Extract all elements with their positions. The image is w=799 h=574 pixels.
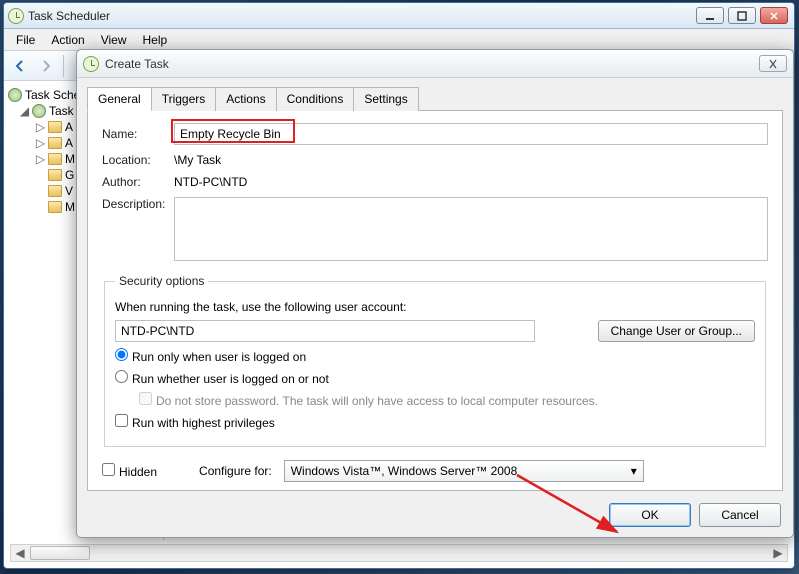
minimize-button[interactable] bbox=[696, 7, 724, 24]
expand-icon[interactable]: ▷ bbox=[36, 123, 45, 132]
checkbox-hidden[interactable]: Hidden bbox=[102, 463, 157, 479]
folder-icon bbox=[48, 121, 62, 133]
author-value: NTD-PC\NTD bbox=[174, 175, 768, 189]
radio-logged-on[interactable]: Run only when user is logged on bbox=[115, 348, 306, 364]
scheduler-icon bbox=[32, 104, 46, 118]
tab-settings[interactable]: Settings bbox=[353, 87, 418, 111]
dialog-icon bbox=[83, 56, 99, 72]
name-label: Name: bbox=[102, 127, 174, 141]
main-titlebar: Task Scheduler bbox=[4, 3, 794, 29]
change-user-button[interactable]: Change User or Group... bbox=[598, 320, 755, 342]
tab-general[interactable]: General bbox=[87, 87, 152, 111]
security-prompt: When running the task, use the following… bbox=[115, 300, 755, 314]
expand-icon[interactable]: ▷ bbox=[36, 139, 45, 148]
app-icon bbox=[8, 8, 24, 24]
horizontal-scrollbar[interactable]: ◀ ▶ bbox=[10, 544, 788, 562]
collapse-icon[interactable]: ◢ bbox=[20, 107, 29, 116]
cancel-button[interactable]: Cancel bbox=[699, 503, 781, 527]
menu-view[interactable]: View bbox=[93, 30, 135, 50]
nav-back-button[interactable] bbox=[8, 54, 32, 78]
folder-icon bbox=[48, 185, 62, 197]
security-options-group: Security options When running the task, … bbox=[104, 274, 766, 447]
tab-body-general: Name: Location: \My Task Author: NTD-PC\… bbox=[87, 110, 783, 491]
scheduler-icon bbox=[8, 88, 22, 102]
tab-strip: General Triggers Actions Conditions Sett… bbox=[87, 86, 783, 110]
location-label: Location: bbox=[102, 153, 174, 167]
configure-for-label: Configure for: bbox=[199, 464, 272, 478]
security-legend: Security options bbox=[115, 274, 208, 288]
tab-triggers[interactable]: Triggers bbox=[151, 87, 217, 111]
folder-icon bbox=[48, 153, 62, 165]
scroll-right-icon[interactable]: ▶ bbox=[769, 545, 787, 561]
ok-button[interactable]: OK bbox=[609, 503, 691, 527]
dialog-title: Create Task bbox=[105, 57, 759, 71]
description-input[interactable] bbox=[174, 197, 768, 261]
maximize-button[interactable] bbox=[728, 7, 756, 24]
menu-action[interactable]: Action bbox=[43, 30, 92, 50]
tab-conditions[interactable]: Conditions bbox=[276, 87, 355, 111]
checkbox-no-store-password: Do not store password. The task will onl… bbox=[139, 392, 598, 408]
description-label: Description: bbox=[102, 197, 174, 211]
nav-forward-button[interactable] bbox=[34, 54, 58, 78]
user-account-field: NTD-PC\NTD bbox=[115, 320, 535, 342]
menu-help[interactable]: Help bbox=[135, 30, 176, 50]
dialog-close-button[interactable] bbox=[759, 55, 787, 72]
create-task-dialog: Create Task General Triggers Actions Con… bbox=[76, 49, 794, 538]
name-input[interactable] bbox=[174, 123, 768, 145]
location-value: \My Task bbox=[174, 153, 768, 167]
tab-actions[interactable]: Actions bbox=[215, 87, 276, 111]
menu-file[interactable]: File bbox=[8, 30, 43, 50]
main-title: Task Scheduler bbox=[24, 9, 696, 23]
folder-icon bbox=[48, 169, 62, 181]
folder-icon bbox=[48, 201, 62, 213]
dialog-titlebar[interactable]: Create Task bbox=[77, 50, 793, 78]
expand-icon[interactable]: ▷ bbox=[36, 155, 45, 164]
menubar: File Action View Help bbox=[4, 29, 794, 51]
checkbox-highest-privileges[interactable]: Run with highest privileges bbox=[115, 414, 275, 430]
scroll-left-icon[interactable]: ◀ bbox=[11, 545, 29, 561]
close-button[interactable] bbox=[760, 7, 788, 24]
radio-whether-logged[interactable]: Run whether user is logged on or not bbox=[115, 370, 329, 386]
author-label: Author: bbox=[102, 175, 174, 189]
dropdown-icon: ▾ bbox=[631, 464, 637, 478]
folder-icon bbox=[48, 137, 62, 149]
scrollbar-thumb[interactable] bbox=[30, 546, 90, 560]
configure-for-select[interactable]: Windows Vista™, Windows Server™ 2008 ▾ bbox=[284, 460, 644, 482]
